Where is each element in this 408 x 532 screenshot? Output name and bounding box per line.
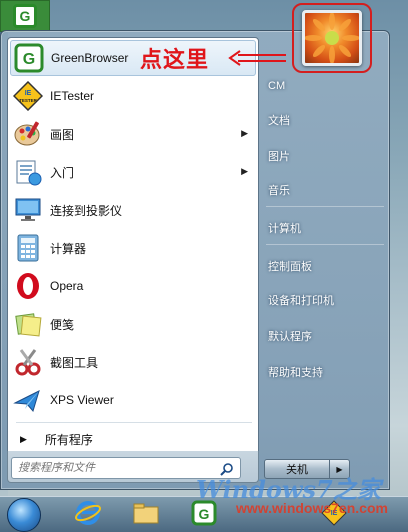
program-item-getting-started[interactable]: 入门 ▶ — [10, 154, 256, 190]
right-item-help-support[interactable]: 帮助和支持 — [268, 362, 388, 382]
program-item-calculator[interactable]: 计算器 — [10, 230, 256, 266]
windows-orb-icon — [7, 498, 41, 532]
program-label: 入门 — [50, 165, 75, 180]
right-separator — [266, 244, 384, 245]
right-item-label: 图片 — [268, 151, 290, 163]
program-label: 画图 — [50, 127, 75, 142]
right-item-devices-printers[interactable]: 设备和打印机 — [268, 290, 388, 310]
program-list-pane: G GreenBrowser IE TESTER IETester 画图 ▶ 入… — [7, 37, 259, 479]
program-item-paint[interactable]: 画图 ▶ — [10, 116, 256, 152]
program-label: IETester — [50, 89, 95, 103]
right-item-control-panel[interactable]: 控制面板 — [268, 256, 388, 276]
taskbar-explorer-button[interactable] — [124, 499, 168, 531]
program-item-snipping-tool[interactable]: 截图工具 — [10, 344, 256, 380]
right-separator — [266, 206, 384, 207]
snipping-tool-icon — [13, 347, 43, 377]
paint-icon — [13, 119, 43, 149]
right-item-documents[interactable]: 文档 — [268, 110, 388, 130]
program-item-sticky-notes[interactable]: 便笺 — [10, 306, 256, 342]
program-label: 便笺 — [50, 317, 75, 332]
sticky-notes-icon — [13, 309, 43, 339]
all-programs-button[interactable]: ▶ 所有程序 — [10, 426, 256, 452]
program-item-projector[interactable]: 连接到投影仪 — [10, 192, 256, 228]
submenu-arrow-icon: ▶ — [241, 128, 248, 138]
program-item-opera[interactable]: Opera — [10, 268, 256, 304]
submenu-arrow-icon: ▶ — [241, 166, 248, 176]
watermark-url: www.windows7en.com — [236, 500, 388, 516]
getting-started-icon — [13, 157, 43, 187]
right-item-label: CM — [268, 80, 286, 92]
search-input[interactable] — [18, 459, 218, 477]
program-label: XPS Viewer — [50, 393, 114, 407]
annotation-arrow-icon — [228, 50, 286, 66]
svg-text:IE: IE — [25, 90, 32, 97]
svg-text:TESTER: TESTER — [19, 98, 38, 103]
right-item-pictures[interactable]: 图片 — [268, 146, 388, 166]
start-button[interactable] — [2, 498, 46, 532]
svg-text:G: G — [23, 51, 35, 68]
program-item-greenbrowser[interactable]: G GreenBrowser — [10, 40, 256, 76]
annotation-label: 点这里 — [140, 48, 210, 73]
program-label: GreenBrowser — [51, 51, 129, 65]
folder-icon — [132, 501, 160, 529]
right-item-label: 帮助和支持 — [268, 367, 323, 379]
program-label: Opera — [50, 279, 84, 293]
right-item-label: 计算机 — [268, 223, 301, 235]
desktop-greenbrowser-icon[interactable]: G — [0, 0, 50, 32]
right-item-label: 文档 — [268, 115, 290, 127]
greenbrowser-icon: G — [14, 43, 44, 73]
program-item-ietester[interactable]: IE TESTER IETester — [10, 78, 256, 114]
program-label: 连接到投影仪 — [50, 203, 123, 218]
right-item-label: 设备和打印机 — [268, 295, 334, 307]
program-label: 截图工具 — [50, 355, 99, 370]
user-picture[interactable] — [292, 3, 372, 73]
ie-icon — [75, 500, 101, 530]
opera-icon — [13, 271, 43, 301]
right-item-label: 控制面板 — [268, 261, 312, 273]
taskbar-ie-button[interactable] — [66, 499, 110, 531]
right-item-label: 默认程序 — [268, 331, 312, 343]
right-item-default-programs[interactable]: 默认程序 — [268, 326, 388, 346]
right-item-computer[interactable]: 计算机 — [268, 218, 388, 238]
right-item-user[interactable]: CM — [268, 76, 388, 96]
program-label: 计算器 — [50, 241, 87, 256]
right-item-music[interactable]: 音乐 — [268, 180, 388, 200]
right-item-label: 音乐 — [268, 185, 290, 197]
xps-viewer-icon — [13, 385, 43, 415]
projector-icon — [13, 195, 43, 225]
right-triangle-icon: ▶ — [20, 433, 27, 444]
all-programs-label: 所有程序 — [44, 432, 93, 447]
flower-avatar — [302, 10, 362, 66]
program-item-xps-viewer[interactable]: XPS Viewer — [10, 382, 256, 418]
calculator-icon — [13, 233, 43, 263]
separator — [16, 422, 252, 423]
svg-text:G: G — [199, 506, 210, 522]
ietester-icon: IE TESTER — [12, 80, 44, 112]
